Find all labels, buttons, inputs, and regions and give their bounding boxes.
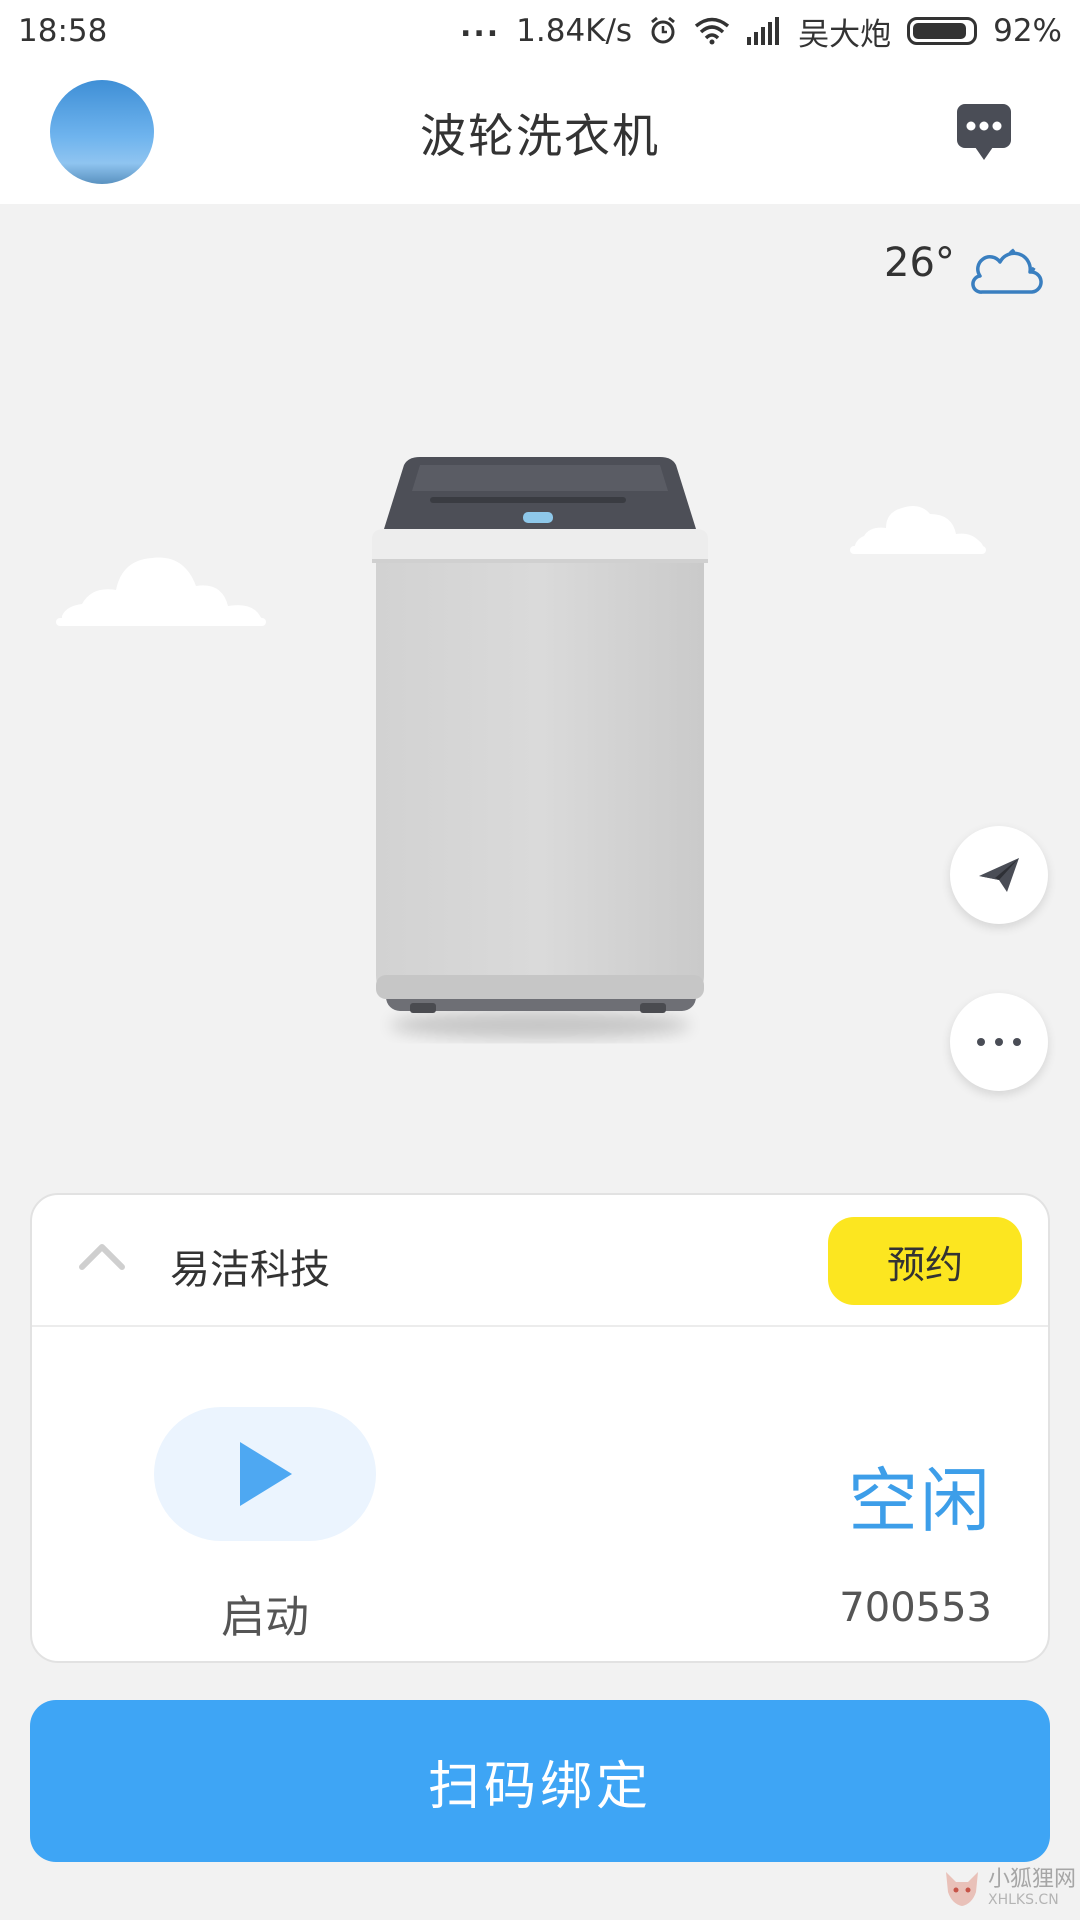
wifi-icon: [694, 17, 730, 45]
battery-icon: [907, 17, 978, 45]
cloud-decoration: [850, 506, 986, 554]
status-right: ... 1.84K/s 吴大炮 92%: [460, 9, 1062, 54]
top-bar: 波轮洗衣机: [0, 62, 1080, 204]
reserve-button[interactable]: 预约: [828, 1217, 1022, 1305]
brand-name: 易洁科技: [170, 1247, 330, 1293]
signal-icon: [747, 17, 780, 45]
cloudy-night-icon: [971, 248, 1043, 294]
device-id: 700553: [839, 1585, 992, 1631]
battery-percent: 92%: [993, 13, 1062, 49]
scan-bind-button[interactable]: 扫码绑定: [30, 1700, 1050, 1862]
chevron-up-icon[interactable]: [78, 1237, 126, 1277]
fox-logo-icon: [946, 1872, 978, 1906]
paper-plane-icon: [979, 858, 1019, 892]
page-title: 波轮洗衣机: [420, 109, 660, 163]
watermark-domain: XHLKS.CN: [988, 1892, 1059, 1908]
message-bubble-icon[interactable]: [955, 102, 1013, 164]
carrier-name: 吴大炮: [798, 16, 892, 53]
more-button[interactable]: [950, 993, 1048, 1091]
start-button[interactable]: [154, 1407, 376, 1541]
status-bar: 18:58 ... 1.84K/s 吴大炮 92%: [0, 0, 1080, 62]
more-dots-icon: [977, 1038, 1021, 1046]
watermark: 小狐狸网 XHLKS.CN: [942, 1868, 1076, 1908]
play-icon: [240, 1442, 292, 1506]
status-time: 18:58: [18, 13, 108, 49]
temperature: 26°: [884, 240, 955, 286]
device-card: 易洁科技 预约 启动 空闲 700553: [30, 1193, 1050, 1663]
alarm-icon: [651, 16, 676, 44]
watermark-text: 小狐狸网: [988, 1867, 1077, 1892]
device-status: 空闲: [848, 1460, 992, 1542]
device-card-header: 易洁科技 预约: [32, 1195, 1048, 1327]
send-button[interactable]: [950, 826, 1048, 924]
washing-machine-image: [372, 457, 708, 1039]
app-screen: 18:58 ... 1.84K/s 吴大炮 92% 波轮洗衣机 26° 易洁科技…: [0, 0, 1080, 1920]
cloud-decoration: [56, 557, 266, 626]
network-speed: 1.84K/s: [516, 13, 633, 49]
start-label: 启动: [221, 1592, 309, 1643]
status-more-indicator: ...: [459, 8, 501, 44]
battery-level: [913, 23, 967, 39]
